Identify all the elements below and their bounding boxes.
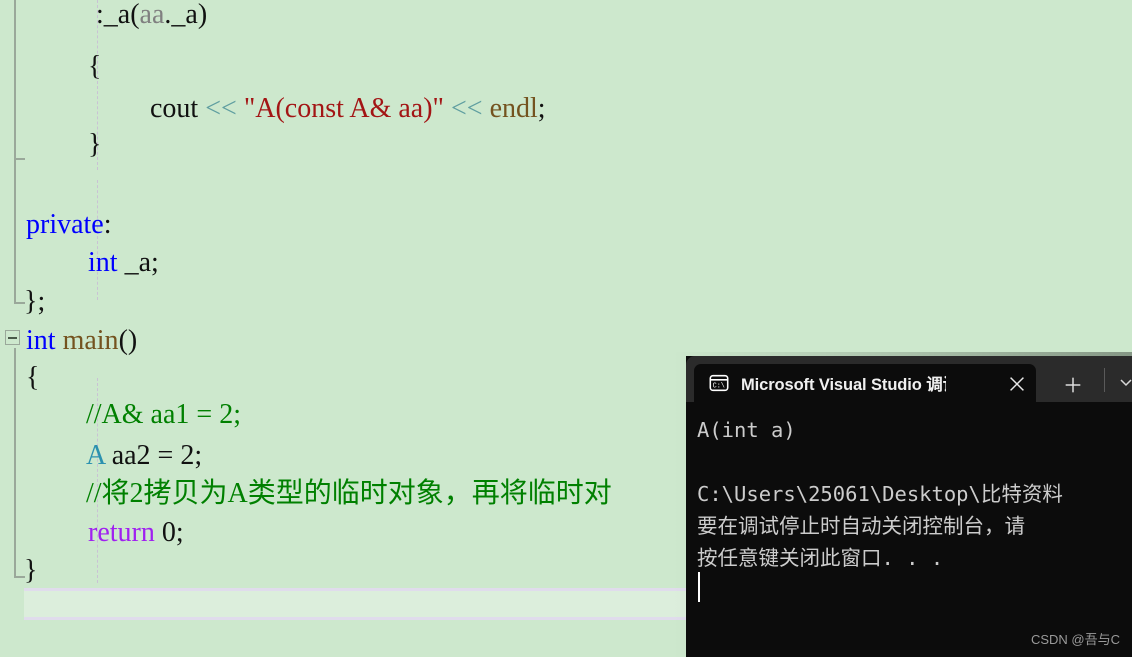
code-token: :_a( bbox=[96, 0, 140, 30]
chevron-down-icon[interactable] bbox=[1118, 374, 1132, 390]
code-token: { bbox=[88, 51, 102, 82]
code-line[interactable]: }; bbox=[24, 281, 45, 323]
tabbar-divider bbox=[1104, 368, 1105, 392]
console-output-line: 要在调试停止时自动关闭控制台，请 bbox=[697, 514, 1025, 538]
outlining-gutter[interactable] bbox=[0, 0, 25, 657]
csdn-watermark: CSDN @吾与C bbox=[1030, 632, 1120, 647]
code-token: ._a) bbox=[164, 0, 208, 30]
code-token: //A& aa1 = 2; bbox=[86, 399, 241, 430]
code-line[interactable]: { bbox=[26, 357, 39, 399]
code-token: : bbox=[103, 209, 112, 240]
code-token: << bbox=[450, 93, 483, 124]
code-token: endl bbox=[489, 93, 538, 124]
code-token: }; bbox=[24, 286, 46, 317]
code-token: { bbox=[26, 362, 40, 393]
console-window[interactable]: C:\ Microsoft Visual Studio 调试控 bbox=[686, 356, 1132, 657]
console-cmd-icon: C:\ bbox=[708, 372, 730, 394]
code-line[interactable]: int main() bbox=[26, 320, 137, 362]
console-output-line: A(int a) bbox=[697, 418, 796, 442]
code-line[interactable]: cout << "A(const A& aa)" << endl; bbox=[150, 88, 546, 130]
code-line[interactable]: //将2拷贝为A类型的临时对象，再将临时对 bbox=[86, 473, 612, 515]
code-line[interactable]: private: bbox=[26, 204, 112, 246]
code-token: } bbox=[88, 129, 102, 160]
code-token: int bbox=[26, 325, 56, 356]
new-tab-plus-icon[interactable] bbox=[1062, 374, 1084, 396]
code-line[interactable]: } bbox=[88, 124, 101, 166]
code-line[interactable]: { bbox=[88, 46, 101, 88]
code-token: << bbox=[205, 93, 237, 124]
console-tab-title: Microsoft Visual Studio 调试控 bbox=[741, 376, 946, 394]
code-token: main bbox=[62, 325, 119, 356]
code-token: } bbox=[24, 555, 38, 586]
svg-text:C:\: C:\ bbox=[713, 383, 725, 391]
code-token: cout bbox=[150, 93, 206, 124]
outline-rail-main bbox=[14, 348, 16, 578]
code-token: //将2拷贝为A类型的临时对象，再将临时对 bbox=[86, 478, 612, 509]
code-token: () bbox=[118, 325, 138, 356]
console-output-line: 按任意键关闭此窗口. . . bbox=[697, 546, 944, 570]
code-line[interactable]: int _a; bbox=[88, 242, 159, 284]
code-token: aa bbox=[139, 0, 165, 30]
console-output-line: C:\Users\25061\Desktop\比特资料 bbox=[697, 482, 1063, 506]
console-text-caret bbox=[698, 572, 700, 602]
code-token: aa2 = 2; bbox=[104, 440, 203, 471]
console-output: A(int a) C:\Users\25061\Desktop\比特资料 要在调试停… bbox=[686, 402, 1132, 657]
close-icon[interactable] bbox=[1006, 373, 1028, 395]
screenshot-root: :_a(aa._a) { cout << "A(const A& aa)" << e… bbox=[0, 0, 1132, 657]
code-line[interactable]: :_a(aa._a) bbox=[96, 0, 207, 36]
code-line[interactable]: A aa2 = 2; bbox=[86, 435, 202, 477]
code-token: int bbox=[88, 247, 118, 278]
code-token: private bbox=[26, 209, 104, 240]
fold-toggle-main[interactable] bbox=[5, 330, 20, 345]
code-token: "A(const A& aa)" bbox=[243, 93, 444, 124]
code-token: A bbox=[86, 440, 105, 471]
code-line[interactable]: } bbox=[24, 550, 37, 592]
code-token: return bbox=[88, 517, 155, 548]
console-titlebar[interactable]: C:\ Microsoft Visual Studio 调试控 bbox=[686, 356, 1132, 402]
code-line[interactable]: //A& aa1 = 2; bbox=[86, 394, 241, 436]
outline-rail-class-lower bbox=[14, 160, 16, 304]
console-tab[interactable]: C:\ Microsoft Visual Studio 调试控 bbox=[694, 364, 1036, 402]
collapse-minus-icon bbox=[8, 337, 17, 339]
code-token: 0; bbox=[154, 517, 184, 548]
code-token: _a; bbox=[117, 247, 159, 278]
code-token: ; bbox=[537, 93, 546, 124]
outline-rail-class-upper bbox=[14, 0, 16, 160]
code-line[interactable]: return 0; bbox=[88, 512, 184, 554]
